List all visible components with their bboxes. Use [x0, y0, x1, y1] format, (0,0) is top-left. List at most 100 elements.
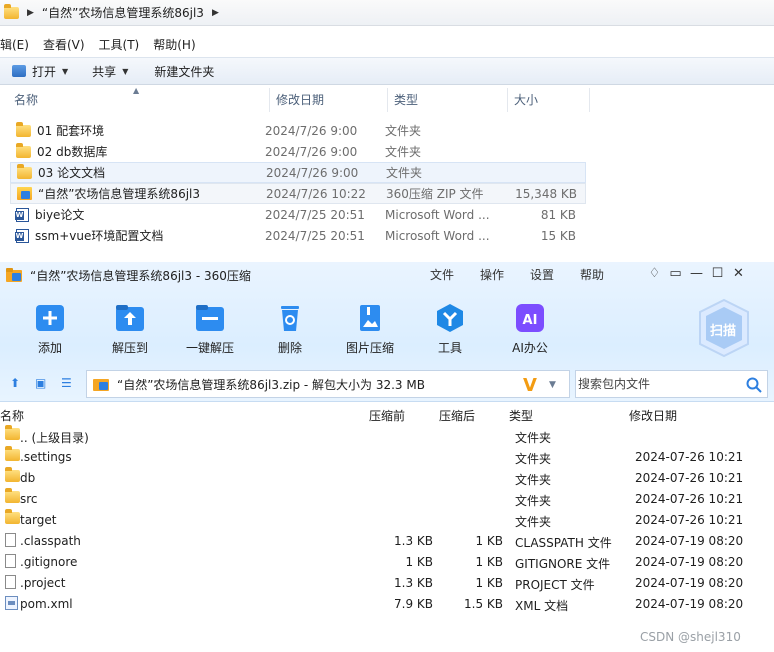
thumbnail-view-icon[interactable]: ▣	[35, 376, 46, 390]
column-size[interactable]: 大小	[508, 88, 590, 112]
zip-row-name: .. (上级目录)	[20, 431, 89, 445]
zip-row-name: .settings	[20, 450, 72, 464]
delete-button[interactable]: 删除	[250, 298, 330, 356]
up-arrow-icon[interactable]: ⬆	[10, 376, 20, 390]
image-compress-label: 图片压缩	[345, 341, 394, 355]
watermark: CSDN @shejl310	[640, 630, 741, 644]
zip-app-logo-icon	[6, 268, 22, 282]
add-label: 添加	[37, 341, 62, 355]
breadcrumb-current[interactable]: “自然”农场信息管理系统86jl3	[42, 4, 204, 21]
column-date[interactable]: 修改日期	[270, 88, 388, 112]
file-row[interactable]: 02 db数据库 2024/7/26 9:00 文件夹	[10, 141, 586, 162]
file-type: 文件夹	[385, 145, 422, 159]
folder-icon	[5, 509, 20, 524]
xml-file-icon	[5, 596, 18, 610]
zip-menu-bar: 文件 操作 设置 帮助	[430, 266, 630, 283]
zip-column-packed[interactable]: 压缩后	[439, 407, 475, 424]
chevron-right-icon[interactable]: ▶	[212, 8, 219, 18]
tools-button[interactable]: 工具	[410, 298, 490, 356]
chevron-right-icon[interactable]: ▶	[27, 8, 34, 18]
zip-path-field[interactable]: “自然”农场信息管理系统86jl3.zip - 解包大小为 32.3 MB V …	[86, 370, 570, 398]
zip-row-size: 7.9 KB	[394, 597, 433, 611]
chevron-down-icon[interactable]: ▼	[549, 380, 556, 390]
recycle-bin-icon	[281, 306, 299, 331]
open-label: 打开	[32, 64, 57, 79]
zip-menu-file[interactable]: 文件	[430, 266, 454, 283]
file-name: biye论文	[35, 208, 85, 222]
file-date: 2024/7/26 9:00	[265, 144, 358, 159]
menu-tools[interactable]: 工具(T)	[99, 36, 140, 53]
zip-row[interactable]: target 文件夹 2024-07-26 10:21	[0, 509, 774, 531]
file-row[interactable]: 01 配套环境 2024/7/26 9:00 文件夹	[10, 120, 586, 141]
zip-column-date[interactable]: 修改日期	[629, 407, 677, 424]
scan-button[interactable]: 扫描	[696, 298, 752, 358]
zip-row[interactable]: .classpath 1.3 KB 1 KB CLASSPATH 文件 2024…	[0, 531, 774, 552]
add-button[interactable]: 添加	[10, 298, 90, 356]
minimize-icon[interactable]: —	[686, 266, 707, 281]
ai-office-button[interactable]: AI AI办公	[490, 298, 570, 356]
zip-row-date: 2024-07-19 08:20	[635, 555, 744, 569]
zip-row-name: src	[20, 492, 38, 506]
folder-icon	[5, 425, 20, 440]
file-type: Microsoft Word ...	[385, 207, 490, 222]
file-row-selected[interactable]: 03 论文文档 2024/7/26 9:00 文件夹	[10, 162, 586, 183]
zip-file-list: .. (上级目录) 文件夹 .settings 文件夹 2024-07-26 1…	[0, 425, 774, 615]
new-folder-button[interactable]: 新建文件夹	[148, 60, 220, 82]
share-button[interactable]: 共享 ▼	[86, 60, 134, 82]
column-type[interactable]: 类型	[388, 88, 508, 112]
column-name[interactable]: 名称	[0, 88, 270, 112]
folder-icon	[5, 467, 20, 482]
zip-row-type: GITIGNORE 文件	[515, 557, 611, 571]
zip-row[interactable]: db 文件夹 2024-07-26 10:21	[0, 467, 774, 489]
maximize-icon[interactable]: ☐	[707, 266, 728, 281]
zip-column-name[interactable]: 名称	[0, 407, 24, 424]
search-input[interactable]	[578, 377, 738, 391]
file-date: 2024/7/25 20:51	[265, 207, 365, 222]
new-folder-label: 新建文件夹	[154, 64, 215, 79]
zip-row-type: 文件夹	[515, 494, 552, 508]
extract-to-button[interactable]: 解压到	[90, 298, 170, 356]
file-size: 15 KB	[540, 228, 576, 243]
address-bar[interactable]: ▶ “自然”农场信息管理系统86jl3 ▶	[0, 0, 774, 26]
zip-row[interactable]: .project 1.3 KB 1 KB PROJECT 文件 2024-07-…	[0, 573, 774, 594]
zip-row[interactable]: .gitignore 1 KB 1 KB GITIGNORE 文件 2024-0…	[0, 552, 774, 573]
one-click-extract-button[interactable]: 一键解压	[170, 298, 250, 356]
search-icon[interactable]	[746, 377, 762, 393]
zip-row-date: 2024-07-26 10:21	[635, 492, 744, 506]
zip-row-type: XML 文档	[515, 599, 569, 613]
skin-icon[interactable]: ♢	[644, 266, 665, 281]
open-button[interactable]: 打开 ▼	[6, 60, 74, 82]
zip-row[interactable]: .. (上级目录) 文件夹	[0, 425, 774, 447]
zip-row-packed: 1 KB	[475, 555, 503, 569]
menu-view[interactable]: 查看(V)	[43, 36, 85, 53]
file-row-hover[interactable]: “自然”农场信息管理系统86jl3 2024/7/26 10:22 360压缩 …	[10, 183, 586, 204]
close-icon[interactable]: ✕	[728, 266, 749, 281]
file-size: 15,348 KB	[515, 186, 577, 201]
file-row[interactable]: biye论文 2024/7/25 20:51 Microsoft Word ..…	[10, 204, 586, 225]
zip-row[interactable]: src 文件夹 2024-07-26 10:21	[0, 488, 774, 510]
zip-menu-operate[interactable]: 操作	[480, 266, 504, 283]
file-row[interactable]: ssm+vue环境配置文档 2024/7/25 20:51 Microsoft …	[10, 225, 586, 246]
zip-menu-help[interactable]: 帮助	[580, 266, 604, 283]
folder-icon	[16, 142, 31, 158]
image-compress-button[interactable]: 图片压缩	[330, 298, 410, 356]
zip-column-type[interactable]: 类型	[509, 407, 533, 424]
zip-row-date: 2024-07-19 08:20	[635, 576, 744, 590]
file-icon	[5, 575, 16, 589]
zip-column-header: 名称 压缩前 压缩后 类型 修改日期	[0, 404, 774, 424]
zip-icon	[17, 187, 32, 200]
file-date: 2024/7/25 20:51	[265, 228, 365, 243]
zip-row[interactable]: .settings 文件夹 2024-07-26 10:21	[0, 446, 774, 468]
file-name: ssm+vue环境配置文档	[35, 229, 164, 243]
zip-row[interactable]: pom.xml 7.9 KB 1.5 KB XML 文档 2024-07-19 …	[0, 594, 774, 615]
feedback-icon[interactable]: ▭	[665, 266, 686, 281]
add-icon	[36, 305, 64, 331]
zip-column-size[interactable]: 压缩前	[369, 407, 405, 424]
zip-menu-settings[interactable]: 设置	[530, 266, 554, 283]
window-controls: ♢ ▭ — ☐ ✕	[644, 266, 749, 281]
open-icon	[12, 65, 26, 77]
vip-v-icon[interactable]: V	[523, 375, 537, 396]
list-view-icon[interactable]: ☰	[61, 376, 72, 390]
menu-edit[interactable]: 辑(E)	[0, 36, 29, 53]
menu-help[interactable]: 帮助(H)	[153, 36, 195, 53]
